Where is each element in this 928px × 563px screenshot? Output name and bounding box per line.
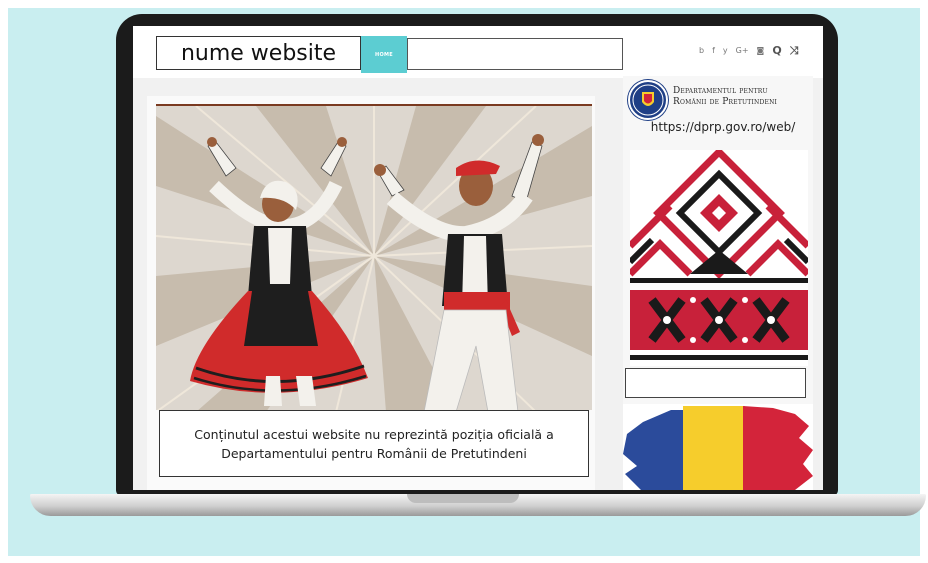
logo-line-1: Departamentul pentru xyxy=(673,86,768,96)
disclaimer-text: Conținutul acestui website nu reprezintă… xyxy=(159,410,589,477)
site-name[interactable]: nume website xyxy=(156,36,361,70)
department-logo-text: Departamentul pentru Românii de Pretutin… xyxy=(673,86,823,108)
laptop-screen: nume website HOME b f y G+ ◙ Q ⤨ Conținu… xyxy=(133,26,823,490)
traditional-embroidery-pattern xyxy=(627,147,811,366)
logo-line-2: Românii de Pretutindeni xyxy=(673,97,778,107)
department-url-link[interactable]: https://dprp.gov.ro/web/ xyxy=(633,120,813,134)
government-seal-icon xyxy=(628,80,668,120)
instagram-icon[interactable]: ◙ xyxy=(757,44,765,58)
romanian-flag-image xyxy=(623,404,813,490)
coat-of-arms-icon xyxy=(632,84,664,116)
google-plus-icon[interactable]: G+ xyxy=(736,44,749,58)
embroidery-motif xyxy=(627,147,811,366)
folk-dancers-illustration xyxy=(156,106,592,410)
twitter-icon[interactable]: y xyxy=(723,44,728,58)
header-search-input[interactable] xyxy=(407,38,623,70)
hero-illustration xyxy=(156,104,592,410)
romanian-flag-brushstroke xyxy=(623,404,813,490)
nav-home-tab[interactable]: HOME xyxy=(361,36,407,73)
shuffle-icon[interactable]: ⤨ xyxy=(790,44,799,58)
facebook-icon[interactable]: f xyxy=(712,44,715,58)
social-icons: b f y G+ ◙ Q ⤨ xyxy=(699,44,798,58)
behance-icon[interactable]: b xyxy=(699,44,704,58)
search-icon[interactable]: Q xyxy=(772,44,781,58)
laptop-base-notch xyxy=(407,494,519,503)
site-header: nume website HOME b f y G+ ◙ Q ⤨ xyxy=(133,26,823,78)
sidebar-text-input[interactable] xyxy=(625,368,806,398)
